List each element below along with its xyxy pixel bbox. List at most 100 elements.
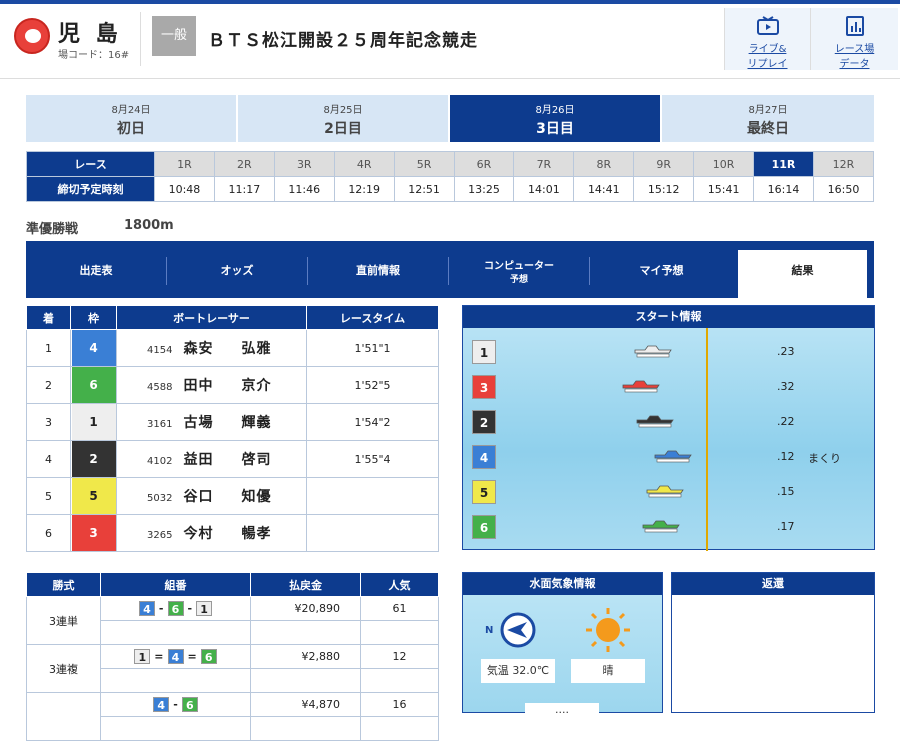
deadline-time: 16:50 — [812, 176, 875, 202]
live-replay-button[interactable]: ライブ& リプレイ — [724, 8, 810, 70]
combination: 4-6-1 — [100, 596, 251, 621]
race-grade-badge: 一般 — [152, 16, 196, 56]
payout-row: 3連単 4-6-1 ¥20,890 61 — [26, 596, 439, 645]
data-label-2: データ — [839, 59, 870, 70]
start-note: まくり — [808, 452, 841, 465]
tv-icon — [756, 16, 779, 35]
racer-surname[interactable]: 谷口 — [183, 489, 213, 505]
race-11r[interactable]: 11R — [753, 151, 814, 177]
start-timing: .17 — [777, 520, 795, 533]
frame-number: 2 — [71, 441, 116, 477]
day-name: 最終日 — [747, 121, 789, 137]
race-2r[interactable]: 2R — [213, 151, 275, 177]
tab-computer-prediction[interactable]: コンピューター 予想 — [449, 257, 590, 285]
racer-number: 3265 — [147, 530, 173, 541]
tab-my-prediction[interactable]: マイ予想 — [590, 257, 733, 285]
start-course-badge: 2 — [472, 410, 496, 434]
racer-cell: 4588 田中 京介 — [116, 366, 307, 404]
combo-boat: 1 — [134, 649, 151, 664]
tab-result[interactable]: 結果 — [738, 250, 867, 298]
tab-computer-sub: 予想 — [509, 275, 528, 285]
combo-boat: 4 — [138, 601, 155, 616]
combo-boat: 4 — [153, 697, 170, 712]
racer-surname[interactable]: 古場 — [183, 415, 213, 431]
tab-odds[interactable]: オッズ — [167, 257, 308, 285]
racer-surname[interactable]: 田中 — [183, 378, 213, 394]
deadline-time: 11:46 — [273, 176, 335, 202]
racer-surname[interactable]: 今村 — [183, 526, 213, 542]
empty-cell — [250, 668, 361, 693]
race-time: 1'55"4 — [306, 440, 439, 478]
boat-icon — [642, 520, 680, 533]
race-10r[interactable]: 10R — [693, 151, 755, 177]
racer-given-name[interactable]: 輝義 — [241, 415, 271, 431]
boat-icon — [622, 380, 660, 393]
live-label-1: ライブ& — [748, 44, 787, 55]
deadline-time: 13:25 — [453, 176, 515, 202]
racer-number: 5032 — [147, 493, 173, 504]
frame-number: 4 — [71, 330, 116, 366]
empty-cell — [100, 716, 251, 741]
rank: 6 — [26, 514, 71, 552]
empty-cell — [250, 716, 361, 741]
race-time — [306, 514, 439, 552]
day-name: 初日 — [117, 121, 145, 137]
boat-icon — [634, 345, 672, 358]
race-6r[interactable]: 6R — [453, 151, 515, 177]
race-8r[interactable]: 8R — [573, 151, 635, 177]
racer-given-name[interactable]: 暢孝 — [241, 526, 271, 542]
race-7r[interactable]: 7R — [513, 151, 575, 177]
race-1r[interactable]: 1R — [154, 151, 215, 177]
racer-given-name[interactable]: 知優 — [241, 489, 271, 505]
rank: 2 — [26, 366, 71, 404]
venue-data-button[interactable]: レース場 データ — [810, 8, 898, 70]
day-tab-4[interactable]: 8月27日 最終日 — [662, 95, 874, 142]
sun-icon — [586, 608, 630, 652]
col-payout: 払戻金 — [250, 572, 361, 597]
payout-table: 勝式 組番 払戻金 人気 3連単 4-6-1 ¥20,890 61 3連複 1 = 4 = 6 ¥2… — [26, 572, 439, 741]
race-time: 1'52"5 — [306, 366, 439, 404]
rank: 3 — [26, 403, 71, 441]
race-5r[interactable]: 5R — [393, 151, 455, 177]
boat-icon — [646, 485, 684, 498]
payout-row: 3連複 1 = 4 = 6 ¥2,880 12 — [26, 644, 439, 693]
start-course-badge: 1 — [472, 340, 496, 364]
tab-pre-race-info[interactable]: 直前情報 — [308, 257, 449, 285]
popularity: 61 — [360, 596, 439, 621]
racer-cell: 3161 古場 輝義 — [116, 403, 307, 441]
rank: 4 — [26, 440, 71, 478]
bet-type — [26, 692, 101, 741]
combo-separator: - — [187, 601, 193, 615]
result-row: 3 1 3161 古場 輝義 1'54"2 — [26, 403, 439, 441]
race-4r[interactable]: 4R — [333, 151, 395, 177]
start-course-badge: 3 — [472, 375, 496, 399]
day-tab-1[interactable]: 8月24日 初日 — [26, 95, 236, 142]
racer-given-name[interactable]: 京介 — [241, 378, 271, 394]
col-rank: 着 — [26, 305, 71, 330]
day-tab-2[interactable]: 8月25日 2日目 — [238, 95, 448, 142]
racer-surname[interactable]: 益田 — [183, 452, 213, 468]
header-bottom-border — [0, 78, 900, 79]
racer-surname[interactable]: 森安 — [183, 341, 213, 357]
col-bet-type: 勝式 — [26, 572, 101, 597]
refund-panel: 返還 — [671, 572, 875, 713]
wind-direction-label: N — [485, 625, 494, 636]
combination: 1 = 4 = 6 — [100, 644, 251, 669]
racer-given-name[interactable]: 啓司 — [241, 452, 271, 468]
start-timing: .12 — [777, 450, 795, 463]
tab-entry-list[interactable]: 出走表 — [26, 257, 167, 285]
day-name: 3日目 — [536, 121, 574, 137]
venue-mascot-logo — [14, 18, 50, 54]
racer-given-name[interactable]: 弘雅 — [241, 341, 271, 357]
race-time: 1'51"1 — [306, 329, 439, 367]
day-tab-3[interactable]: 8月26日 3日目 — [450, 95, 660, 142]
boat-icon — [654, 450, 692, 463]
frame-number: 5 — [71, 478, 116, 514]
frame-cell: 3 — [70, 514, 117, 552]
day-date: 8月26日 — [535, 105, 575, 116]
race-12r[interactable]: 12R — [812, 151, 875, 177]
racer-cell: 3265 今村 暢孝 — [116, 514, 307, 552]
race-9r[interactable]: 9R — [633, 151, 695, 177]
race-title: ＢＴＳ松江開設２５周年記念競走 — [208, 31, 478, 51]
race-3r[interactable]: 3R — [273, 151, 335, 177]
